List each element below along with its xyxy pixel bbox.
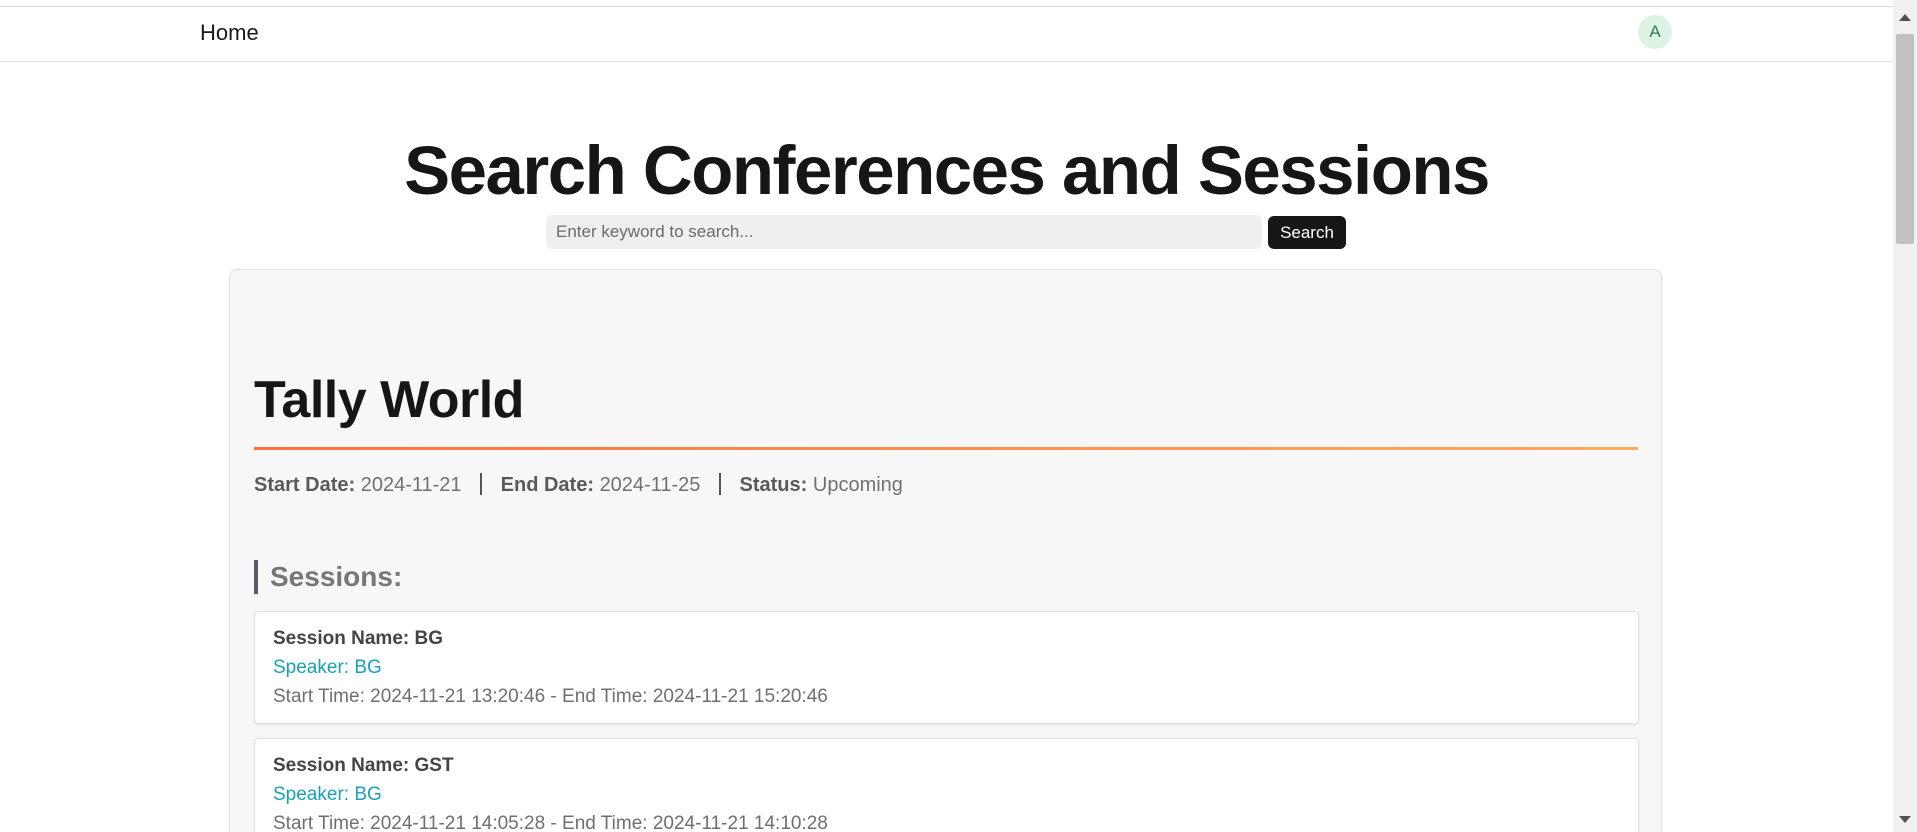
start-date-label: Start Date: — [254, 474, 356, 496]
meta-separator — [480, 473, 483, 495]
sessions-heading: Sessions: — [254, 560, 402, 594]
status-label: Status: — [739, 474, 808, 496]
conference-title: Tally World — [254, 371, 524, 429]
navbar: Home A — [0, 7, 1893, 62]
session-speaker-link[interactable]: Speaker: BG — [273, 653, 1620, 682]
page-viewport: Home A Search Conferences and Sessions S… — [0, 0, 1893, 832]
session-times: Start Time: 2024-11-21 13:20:46 - End Ti… — [273, 686, 828, 707]
status-value: Upcoming — [812, 474, 903, 496]
end-date-label: End Date: — [500, 474, 594, 496]
session-speaker-link[interactable]: Speaker: BG — [273, 780, 1620, 809]
scrollbar-thumb[interactable] — [1896, 34, 1914, 244]
session-card: Session Name: GST Speaker: BG Start Time… — [254, 738, 1639, 832]
end-date-value: 2024-11-25 — [599, 474, 701, 496]
start-date-value: 2024-11-21 — [360, 474, 462, 496]
nav-home-link[interactable]: Home — [200, 20, 259, 46]
session-times: Start Time: 2024-11-21 14:05:28 - End Ti… — [273, 813, 828, 832]
scroll-up-arrow-icon[interactable] — [1899, 14, 1911, 21]
search-button[interactable]: Search — [1268, 216, 1346, 249]
meta-separator — [718, 473, 721, 495]
user-avatar[interactable]: A — [1638, 15, 1672, 49]
search-input[interactable] — [546, 215, 1262, 249]
session-name: Session Name: BG — [273, 628, 443, 649]
vertical-scrollbar[interactable] — [1893, 0, 1917, 832]
conference-meta: Start Date: 2024-11-21 End Date: 2024-11… — [254, 473, 903, 497]
page-title: Search Conferences and Sessions — [404, 132, 1490, 209]
conference-title-underline — [254, 447, 1638, 450]
session-card: Session Name: BG Speaker: BG Start Time:… — [254, 611, 1639, 724]
scroll-down-arrow-icon[interactable] — [1899, 816, 1911, 823]
session-name: Session Name: GST — [273, 755, 454, 776]
conference-card: Tally World Start Date: 2024-11-21 End D… — [229, 269, 1662, 832]
